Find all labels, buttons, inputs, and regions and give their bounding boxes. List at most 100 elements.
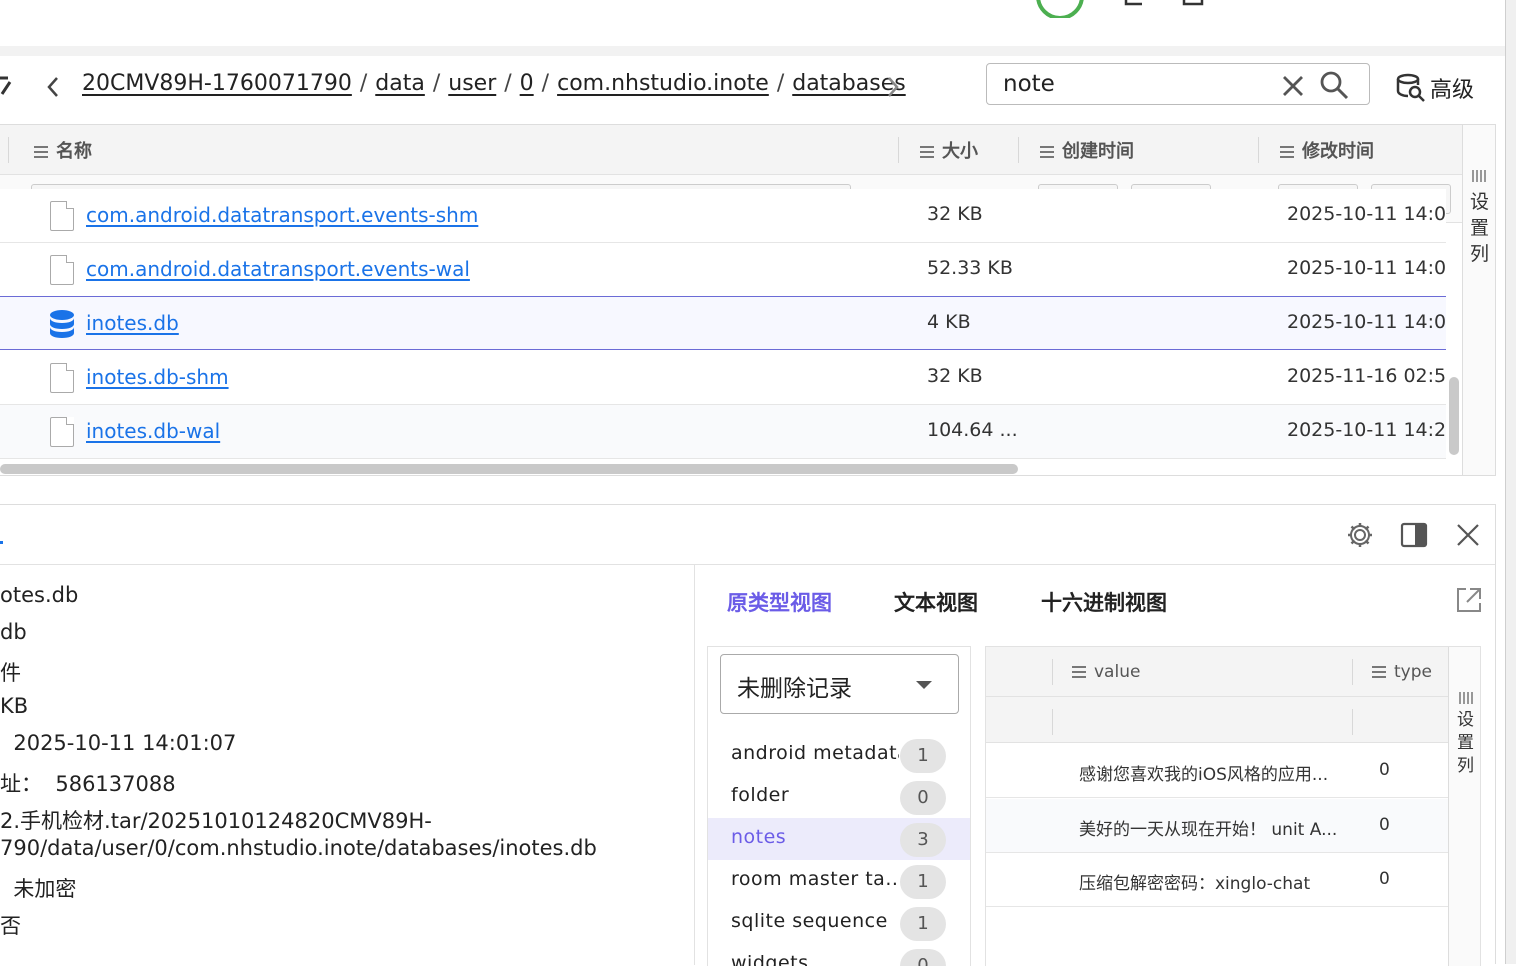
table-row[interactable]: 美好的一天从现在开始！ unit A... 0 [986, 799, 1448, 853]
info-encryption: 未加密 [0, 877, 77, 901]
horizontal-scrollbar[interactable] [0, 464, 1018, 474]
column-header-size[interactable]: 大小 [920, 137, 978, 163]
file-icon [50, 255, 74, 285]
record-filter-select[interactable]: 未删除记录 [720, 654, 959, 714]
breadcrumb-item-package[interactable]: com.nhstudio.inote [557, 71, 769, 96]
breadcrumb-separator: / [776, 71, 785, 96]
tab-text-view[interactable]: 文本视图 [894, 587, 978, 617]
grid-column-settings-label: 设置列 [1457, 710, 1474, 776]
record-filter-value: 未删除记录 [737, 676, 852, 702]
info-address: 址： 586137088 [0, 772, 176, 796]
file-modified: 2025-10-11 14:01 [1287, 203, 1447, 225]
tab-hex-view[interactable]: 十六进制视图 [1041, 587, 1167, 617]
column-separator[interactable] [1352, 659, 1353, 685]
list-icon [1040, 146, 1054, 158]
column-settings-button[interactable]: 设置列 [1462, 125, 1495, 475]
info-created: 2025-10-11 14:01:07 [0, 731, 237, 755]
table-row[interactable]: 感谢您喜欢我的iOS风格的应用... 0 [986, 744, 1448, 798]
list-icon [34, 146, 48, 158]
back-icon[interactable] [44, 74, 62, 100]
cell-value: 感谢您喜欢我的iOS风格的应用... [1079, 765, 1329, 785]
table-row[interactable]: com.android.datatransport.events-shm 32 … [0, 189, 1447, 243]
breadcrumb: 20CMV89H-1760071790 / data / user / 0 / com.nhst… [82, 71, 906, 96]
column-separator[interactable] [898, 137, 899, 163]
breadcrumb-item-user[interactable]: user [448, 71, 496, 96]
db-table-item-selected[interactable]: notes 3 [708, 818, 970, 860]
open-external-icon[interactable] [1454, 585, 1484, 615]
table-row[interactable]: 压缩包解密密码：xinglo-chat 0 [986, 853, 1448, 907]
file-name-link[interactable]: inotes.db [86, 311, 179, 335]
info-kind: 件 [0, 661, 21, 685]
table-row-selected[interactable]: inotes.db 4 KB 2025-10-11 14:01 [0, 296, 1447, 350]
columns-icon [1459, 692, 1473, 704]
breadcrumb-item-0[interactable]: 0 [520, 71, 534, 96]
db-table-list: 未删除记录 android metadata 1 folder 0 notes 3 r… [707, 646, 971, 966]
table-row[interactable]: inotes.db-shm 32 KB 2025-11-16 02:52 [0, 351, 1447, 405]
file-modified: 2025-10-11 14:01 [1287, 257, 1447, 279]
window-edge [1505, 0, 1516, 964]
column-separator[interactable] [1052, 659, 1053, 685]
db-table-item[interactable]: widgets 0 [708, 944, 970, 966]
column-header-modified[interactable]: 修改时间 [1280, 137, 1374, 163]
export-icon[interactable] [1122, 0, 1158, 10]
grid-column-value[interactable]: value [1072, 662, 1140, 682]
db-table-item[interactable]: android metadata 1 [708, 734, 970, 776]
list-icon [1072, 666, 1086, 678]
cell-type: 0 [1379, 760, 1390, 780]
table-row[interactable]: inotes.db-wal 104.64 ... 2025-10-11 14:2… [0, 405, 1447, 459]
cell-type: 0 [1379, 815, 1390, 835]
tab-native-view[interactable]: 原类型视图 [727, 587, 832, 617]
column-separator[interactable] [1258, 137, 1259, 163]
file-name-link[interactable]: com.android.datatransport.events-wal [86, 257, 470, 281]
detail-header [0, 505, 1495, 565]
copy-icon[interactable] [1180, 0, 1210, 10]
panel-splitter[interactable] [694, 565, 695, 965]
grid-column-type[interactable]: type [1372, 662, 1432, 682]
info-type: db [0, 620, 27, 644]
column-header-name[interactable]: 名称 [34, 137, 92, 163]
column-separator [1352, 709, 1353, 735]
edit-icon[interactable] [0, 74, 12, 100]
forward-icon[interactable] [884, 74, 902, 100]
vertical-scrollbar[interactable] [1449, 377, 1459, 455]
split-view-icon[interactable] [1400, 521, 1428, 549]
column-header-created[interactable]: 创建时间 [1040, 137, 1134, 163]
table-row[interactable]: com.android.datatransport.events-wal 52.… [0, 243, 1447, 297]
table-header: 名称 大小 创建时间 修改时间 [0, 125, 1462, 175]
search-icon[interactable] [1319, 70, 1351, 100]
file-size: 32 KB [927, 365, 983, 387]
search-input[interactable] [1003, 70, 1273, 98]
count-badge: 1 [900, 865, 946, 899]
breadcrumb-item-device[interactable]: 20CMV89H-1760071790 [82, 71, 352, 96]
list-icon [1280, 146, 1294, 158]
advanced-search-button[interactable]: 高级 [1430, 72, 1474, 104]
db-table-item[interactable]: folder 0 [708, 776, 970, 818]
path-bar: 20CMV89H-1760071790 / data / user / 0 / com.nhst… [0, 56, 1505, 124]
clear-search-icon[interactable] [1281, 74, 1305, 98]
column-settings-label: 设置列 [1469, 191, 1489, 265]
list-icon [1372, 666, 1386, 678]
breadcrumb-separator: / [359, 71, 368, 96]
file-name-link[interactable]: inotes.db-shm [86, 365, 229, 389]
file-size: 104.64 ... [927, 419, 1018, 441]
file-icon [50, 363, 74, 393]
file-size: 52.33 KB [927, 257, 1013, 279]
db-table-item[interactable]: sqlite sequence 1 [708, 902, 970, 944]
db-table-item[interactable]: room master ta... 1 [708, 860, 970, 902]
breadcrumb-separator: / [504, 71, 512, 96]
column-separator[interactable] [1018, 137, 1019, 163]
file-table: 名称 大小 创建时间 修改时间 过滤 等于 起始 结束 起始 结束 com.an… [0, 124, 1496, 476]
breadcrumb-item-data[interactable]: data [375, 71, 425, 96]
close-icon[interactable] [1456, 523, 1480, 547]
status-ok-icon[interactable] [1032, 0, 1088, 18]
file-name-link[interactable]: inotes.db-wal [86, 419, 220, 443]
file-name-link[interactable]: com.android.datatransport.events-shm [86, 203, 478, 227]
database-icon [50, 310, 74, 338]
grid-column-settings-button[interactable]: 设置列 [1448, 647, 1480, 966]
detail-panel: otes.db db 件 KB 2025-10-11 14:01:07 址： 5… [0, 504, 1496, 966]
top-toolbar [0, 0, 1506, 46]
gear-icon[interactable] [1346, 521, 1374, 549]
advanced-search-icon[interactable] [1396, 71, 1426, 103]
count-badge: 1 [900, 907, 946, 941]
info-path-line2: 790/data/user/0/com.nhstudio.inote/datab… [0, 836, 597, 860]
